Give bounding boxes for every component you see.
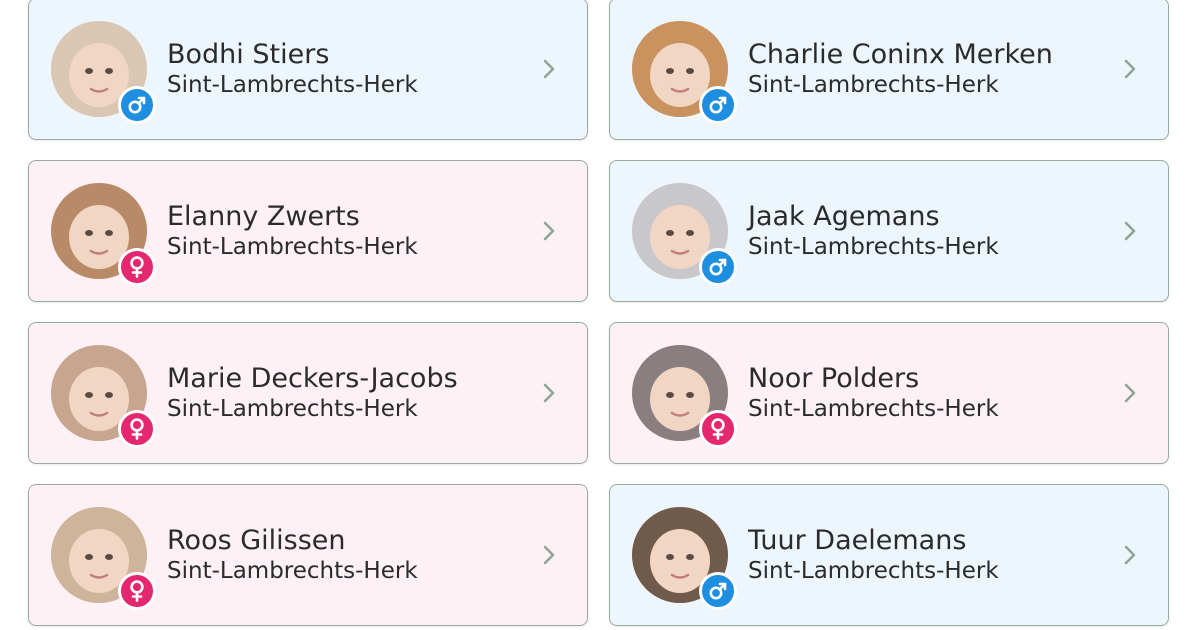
baby-text: Bodhi Stiers Sint-Lambrechts-Herk — [167, 39, 418, 99]
male-icon — [709, 582, 727, 600]
female-badge — [118, 410, 156, 448]
baby-card-6[interactable]: Noor Polders Sint-Lambrechts-Herk — [609, 322, 1169, 464]
baby-name: Charlie Coninx Merken — [748, 39, 1053, 70]
baby-card-4[interactable]: Jaak Agemans Sint-Lambrechts-Herk — [609, 160, 1169, 302]
baby-name: Roos Gilissen — [167, 525, 346, 556]
chevron-right-icon — [1124, 221, 1136, 241]
male-badge — [118, 86, 156, 124]
chevron-right-icon — [543, 383, 555, 403]
baby-text: Marie Deckers-Jacobs Sint-Lambrechts-Her… — [167, 363, 458, 423]
chevron-right-icon — [1124, 59, 1136, 79]
baby-card-2[interactable]: Charlie Coninx Merken Sint-Lambrechts-He… — [609, 0, 1169, 140]
female-badge — [699, 410, 737, 448]
avatar-wrap — [51, 21, 156, 124]
male-icon — [128, 96, 146, 114]
avatar-wrap — [632, 507, 737, 610]
avatar-wrap — [632, 21, 737, 124]
chevron-right-icon — [543, 545, 555, 565]
baby-place: Sint-Lambrechts-Herk — [167, 72, 418, 98]
male-badge — [699, 86, 737, 124]
female-icon — [711, 418, 725, 440]
baby-card-grid: Bodhi Stiers Sint-Lambrechts-Herk Charli… — [28, 0, 1169, 626]
avatar-wrap — [632, 183, 737, 286]
baby-text: Jaak Agemans Sint-Lambrechts-Herk — [748, 201, 999, 261]
female-badge — [118, 572, 156, 610]
baby-place: Sint-Lambrechts-Herk — [167, 558, 418, 584]
baby-card-8[interactable]: Tuur Daelemans Sint-Lambrechts-Herk — [609, 484, 1169, 626]
baby-place: Sint-Lambrechts-Herk — [748, 72, 999, 98]
baby-name: Marie Deckers-Jacobs — [167, 363, 458, 394]
female-icon — [130, 418, 144, 440]
baby-text: Noor Polders Sint-Lambrechts-Herk — [748, 363, 999, 423]
baby-text: Roos Gilissen Sint-Lambrechts-Herk — [167, 525, 418, 585]
baby-name: Jaak Agemans — [748, 201, 940, 232]
baby-place: Sint-Lambrechts-Herk — [167, 396, 418, 422]
male-icon — [709, 96, 727, 114]
baby-card-5[interactable]: Marie Deckers-Jacobs Sint-Lambrechts-Her… — [28, 322, 588, 464]
baby-place: Sint-Lambrechts-Herk — [167, 234, 418, 260]
avatar-wrap — [51, 183, 156, 286]
baby-text: Charlie Coninx Merken Sint-Lambrechts-He… — [748, 39, 1053, 99]
chevron-right-icon — [1124, 545, 1136, 565]
chevron-right-icon — [1124, 383, 1136, 403]
baby-card-3[interactable]: Elanny Zwerts Sint-Lambrechts-Herk — [28, 160, 588, 302]
male-badge — [699, 572, 737, 610]
female-icon — [130, 580, 144, 602]
male-badge — [699, 248, 737, 286]
baby-name: Noor Polders — [748, 363, 920, 394]
baby-name: Bodhi Stiers — [167, 39, 330, 70]
chevron-right-icon — [543, 221, 555, 241]
chevron-right-icon — [543, 59, 555, 79]
avatar-wrap — [51, 507, 156, 610]
baby-text: Tuur Daelemans Sint-Lambrechts-Herk — [748, 525, 999, 585]
male-icon — [709, 258, 727, 276]
baby-name: Elanny Zwerts — [167, 201, 360, 232]
baby-text: Elanny Zwerts Sint-Lambrechts-Herk — [167, 201, 418, 261]
female-icon — [130, 256, 144, 278]
baby-place: Sint-Lambrechts-Herk — [748, 558, 999, 584]
female-badge — [118, 248, 156, 286]
avatar-wrap — [51, 345, 156, 448]
baby-card-7[interactable]: Roos Gilissen Sint-Lambrechts-Herk — [28, 484, 588, 626]
baby-name: Tuur Daelemans — [748, 525, 967, 556]
avatar-wrap — [632, 345, 737, 448]
baby-place: Sint-Lambrechts-Herk — [748, 396, 999, 422]
baby-card-1[interactable]: Bodhi Stiers Sint-Lambrechts-Herk — [28, 0, 588, 140]
baby-place: Sint-Lambrechts-Herk — [748, 234, 999, 260]
